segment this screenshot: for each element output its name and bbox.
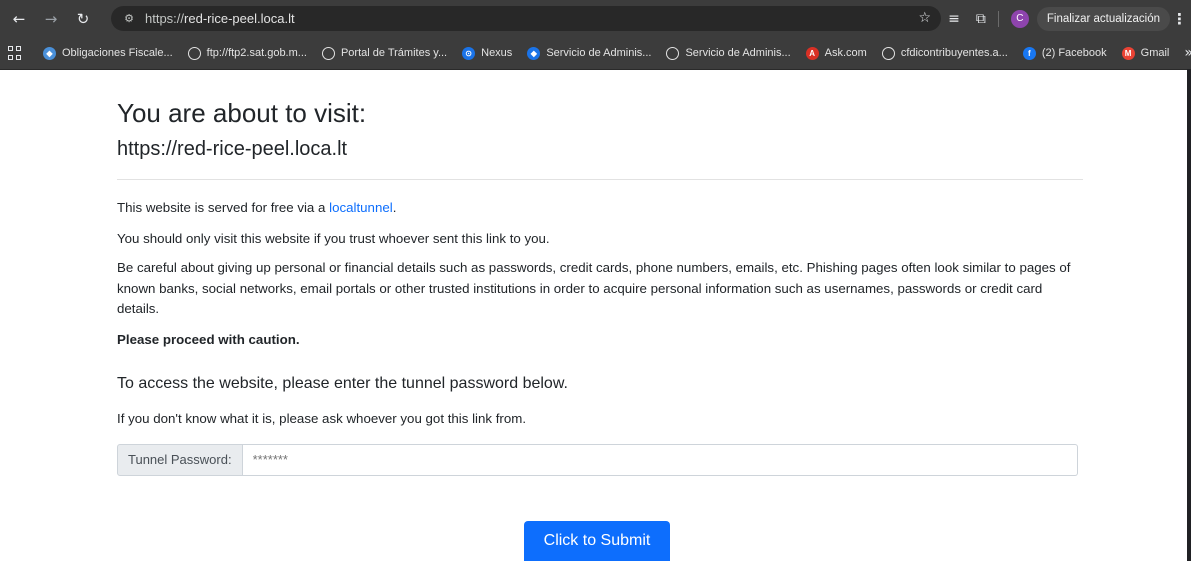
password-input-group: Tunnel Password:: [117, 443, 1078, 476]
submit-button[interactable]: Click to Submit: [524, 521, 670, 561]
password-label: Tunnel Password:: [117, 443, 243, 476]
bookmark-item[interactable]: ftp://ftp2.sat.gob.m...: [187, 46, 307, 60]
url-scheme: https://: [145, 11, 185, 26]
sat-icon: ◆: [527, 46, 541, 60]
served-suffix: .: [392, 200, 397, 215]
profile-avatar[interactable]: C: [1010, 9, 1029, 28]
bookmark-label: Nexus: [481, 47, 513, 59]
bookmark-label: Portal de Trámites y...: [340, 47, 448, 59]
url-host: red-rice-peel.loca.lt: [184, 11, 295, 26]
bookmark-item[interactable]: ◆ Servicio de Adminis...: [527, 46, 652, 60]
served-via-text: This website is served for free via a lo…: [117, 198, 1083, 219]
sat-icon: ◆: [43, 46, 56, 60]
bookmark-label: (2) Facebook: [1041, 47, 1107, 59]
served-prefix: This website is served for free via a: [117, 200, 330, 215]
bookmark-label: Servicio de Adminis...: [685, 47, 791, 59]
bookmark-label: Obligaciones Fiscale...: [62, 47, 173, 59]
globe-icon: [666, 46, 680, 60]
toolbar-divider: [997, 10, 999, 27]
address-url[interactable]: https://red-rice-peel.loca.lt: [145, 11, 295, 26]
bookmark-item[interactable]: f (2) Facebook: [1022, 46, 1107, 60]
bookmarks-bar: ◆ Obligaciones Fiscale... ftp://ftp2.sat.g…: [0, 37, 1191, 70]
more-bookmarks-icon[interactable]: »: [1184, 45, 1191, 61]
phishing-warning-text: Be careful about giving up personal or f…: [117, 260, 1071, 316]
update-button[interactable]: Finalizar actualización: [1036, 6, 1170, 31]
password-heading: To access the website, please enter the …: [117, 375, 568, 392]
extensions-icon[interactable]: ⧉: [976, 11, 986, 27]
bookmark-item[interactable]: ⊙ Nexus: [462, 46, 513, 60]
target-url: https://red-rice-peel.loca.lt: [117, 138, 348, 160]
window-edge: [1187, 69, 1191, 561]
address-bar[interactable]: ⚙ https://red-rice-peel.loca.lt ☆: [111, 6, 941, 31]
menu-kebab-icon[interactable]: ⋮: [1172, 10, 1187, 28]
main-content: You are about to visit: https://red-rice…: [117, 70, 1083, 476]
bookmark-item[interactable]: Portal de Trámites y...: [321, 46, 448, 60]
bookmark-label: Servicio de Adminis...: [546, 47, 652, 59]
bookmark-list: ◆ Obligaciones Fiscale... ftp://ftp2.sat.g…: [43, 46, 1184, 60]
facebook-icon: f: [1022, 46, 1036, 60]
reading-list-icon[interactable]: ≡: [948, 11, 960, 27]
forward-arrow-icon[interactable]: →: [40, 8, 62, 30]
site-info-icon[interactable]: ⚙: [121, 11, 137, 27]
bookmark-label: Ask.com: [824, 47, 867, 59]
bookmark-item[interactable]: cfdicontribuyentes.a...: [881, 46, 1008, 60]
bookmark-item[interactable]: A Ask.com: [805, 46, 867, 60]
nexus-icon: ⊙: [462, 46, 476, 60]
bookmark-item[interactable]: M Gmail: [1121, 46, 1170, 60]
gmail-icon: M: [1121, 46, 1135, 60]
reload-icon[interactable]: ↻: [72, 8, 94, 30]
divider: [117, 179, 1083, 180]
password-help-text: If you don't know what it is, please ask…: [117, 411, 527, 426]
browser-toolbar: ← → ↻ ⚙ https://red-rice-peel.loca.lt ☆ …: [0, 0, 1191, 37]
trust-warning-text: You should only visit this website if yo…: [117, 230, 550, 246]
globe-icon: [187, 46, 201, 60]
localtunnel-link[interactable]: localtunnel: [329, 200, 393, 215]
globe-icon: [321, 46, 335, 60]
caution-text: Please proceed with caution.: [117, 331, 300, 347]
globe-icon: [881, 46, 895, 60]
ask-icon: A: [805, 46, 819, 60]
bookmark-label: Gmail: [1140, 47, 1170, 59]
bookmark-item[interactable]: Servicio de Adminis...: [666, 46, 791, 60]
bookmark-label: ftp://ftp2.sat.gob.m...: [206, 47, 307, 59]
back-arrow-icon[interactable]: ←: [8, 8, 30, 30]
page-title: You are about to visit:: [117, 98, 367, 128]
apps-grid-icon[interactable]: [8, 46, 21, 60]
password-input[interactable]: [242, 443, 1078, 476]
toolbar-right: ≡ ⧉ C Finalizar actualización ⋮: [940, 0, 1191, 37]
bookmark-star-icon[interactable]: ☆: [918, 10, 931, 26]
bookmark-label: cfdicontribuyentes.a...: [900, 47, 1008, 59]
bookmark-item[interactable]: ◆ Obligaciones Fiscale...: [43, 46, 173, 60]
